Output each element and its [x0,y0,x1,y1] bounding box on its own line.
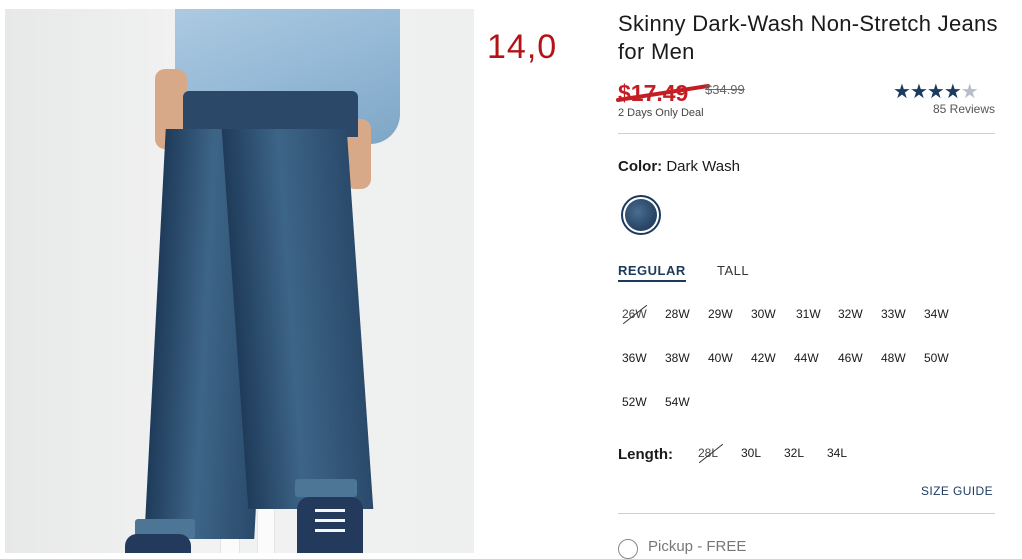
sneaker [297,497,363,553]
jeans-leg-right [221,129,374,509]
star-icon: ★ [943,81,962,103]
tab-tall[interactable]: TALL [717,263,749,278]
size-option[interactable]: 50W [924,351,949,365]
size-option[interactable]: 42W [751,351,776,365]
divider [618,513,995,514]
half-star-icon: ★ [960,81,979,103]
color-value: Dark Wash [666,158,740,175]
length-label: Length: [618,446,673,463]
pickup-radio[interactable] [618,539,638,559]
size-option[interactable]: 28W [665,307,690,321]
sneaker-lace [315,529,345,532]
size-option[interactable]: 44W [794,351,819,365]
reviews-count[interactable]: 85 Reviews [895,102,995,116]
size-option[interactable]: 40W [708,351,733,365]
length-option[interactable]: 30L [741,446,761,460]
size-option[interactable]: 33W [881,307,906,321]
sneaker [125,534,191,553]
size-option[interactable]: 54W [665,395,690,409]
star-icon: ★ [909,81,928,103]
color-label-key: Color: [618,158,663,175]
size-option[interactable]: 30W [751,307,776,321]
tab-regular[interactable]: REGULAR [618,263,686,282]
product-title: Skinny Dark-Wash Non-Stretch Jeans for M… [618,11,998,64]
star-icon: ★ [926,81,945,103]
overlay-number: 14,0 [487,28,558,66]
size-option[interactable]: 38W [665,351,690,365]
color-swatch-dark-wash[interactable] [621,195,661,235]
size-option[interactable]: 31W [796,307,821,321]
star-icon: ★ [893,81,911,103]
sneaker-lace [315,509,345,512]
product-image[interactable] [5,9,474,553]
divider [618,133,995,134]
size-option[interactable]: 36W [622,351,647,365]
rating-stars[interactable]: ★★★★★ [893,79,979,104]
pickup-label[interactable]: Pickup - FREE [648,538,746,555]
color-label: Color: Dark Wash [618,158,740,175]
sale-price: $17.49 [618,80,689,106]
size-option[interactable]: 32W [838,307,863,321]
jeans-cuff [295,479,357,497]
length-option[interactable]: 34L [827,446,847,460]
size-option[interactable]: 34W [924,307,949,321]
size-option[interactable]: 26W [622,307,647,321]
length-option[interactable]: 32L [784,446,804,460]
original-price: $34.99 [705,82,745,97]
size-option[interactable]: 29W [708,307,733,321]
size-option[interactable]: 46W [838,351,863,365]
size-guide-link[interactable]: SIZE GUIDE [921,484,993,498]
size-option[interactable]: 48W [881,351,906,365]
length-option[interactable]: 28L [698,446,718,460]
swatch-fill [625,199,657,231]
deal-note: 2 Days Only Deal [618,107,704,119]
size-option[interactable]: 52W [622,395,647,409]
sneaker-lace [315,519,345,522]
